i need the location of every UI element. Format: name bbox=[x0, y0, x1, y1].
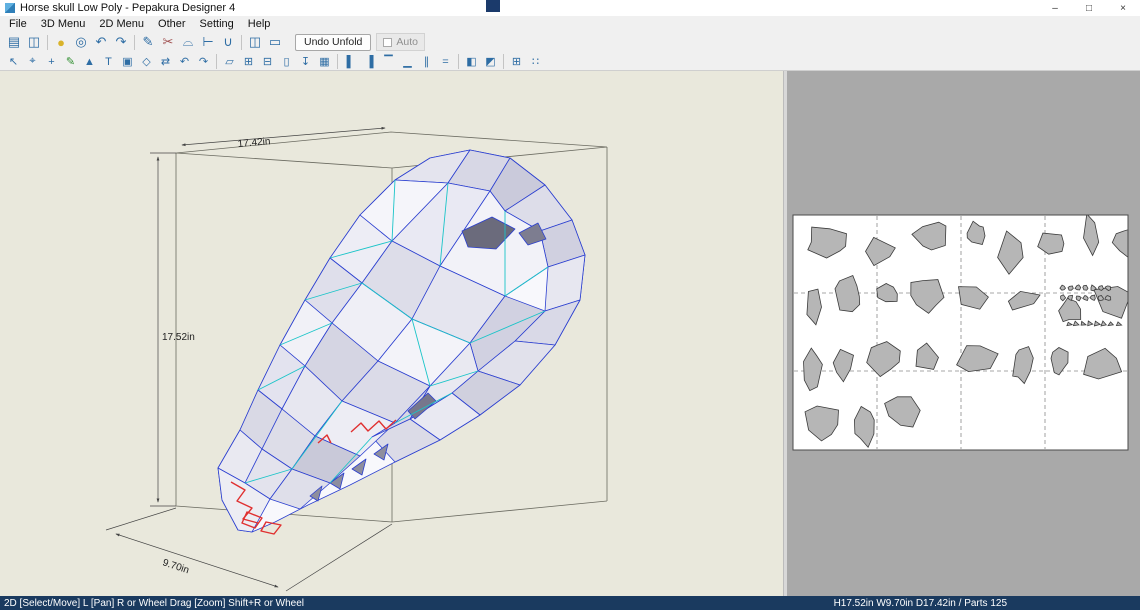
protractor-icon[interactable]: ⌓ bbox=[178, 32, 198, 52]
toolbar-separator bbox=[216, 54, 217, 69]
menu-3d[interactable]: 3D Menu bbox=[34, 18, 93, 30]
toolbar-separator bbox=[241, 34, 242, 50]
statusbar-hint: 2D [Select/Move] L [Pan] R or Wheel Drag… bbox=[4, 597, 305, 609]
texture-view-icon[interactable]: ◎ bbox=[71, 32, 91, 52]
distribute-horizontal-icon[interactable]: ∥ bbox=[417, 53, 436, 70]
snap-icon[interactable]: ∷ bbox=[526, 53, 545, 70]
arrange-parts-icon[interactable]: ⊞ bbox=[239, 53, 258, 70]
grid-icon[interactable]: ⊞ bbox=[507, 53, 526, 70]
close-button[interactable]: × bbox=[1106, 0, 1140, 16]
pages-icon[interactable]: ▱ bbox=[220, 53, 239, 70]
layout-both-panes-icon[interactable]: ◫ bbox=[245, 32, 265, 52]
page-icon[interactable]: ▯ bbox=[277, 53, 296, 70]
export-icon[interactable]: ↧ bbox=[296, 53, 315, 70]
maximize-button[interactable]: □ bbox=[1072, 0, 1106, 16]
pen-icon[interactable]: ✎ bbox=[138, 32, 158, 52]
toolbar-separator bbox=[337, 54, 338, 69]
toolbar-separator bbox=[458, 54, 459, 69]
main-area: 17.42in 17.52in 9.70in bbox=[0, 71, 1140, 596]
toolbar-separator bbox=[47, 34, 48, 50]
model-3d-view[interactable]: 17.42in 17.52in 9.70in bbox=[0, 71, 783, 596]
toolbar-main: ▤ ◫ ● ◎ ↶ ↷ ✎ ✂ ⌓ ⊢ ∪ ◫ ▭ Undo Unfold Auto bbox=[0, 31, 1140, 53]
text-icon[interactable]: T bbox=[99, 53, 118, 70]
viewport-2d[interactable] bbox=[787, 71, 1140, 596]
select-arrow-icon[interactable]: ↖ bbox=[4, 53, 23, 70]
align-left-icon[interactable]: ▌ bbox=[341, 53, 360, 70]
menu-file[interactable]: File bbox=[2, 18, 34, 30]
checkbox-icon bbox=[383, 37, 393, 47]
statusbar-dimensions: H17.52in W9.70in D17.42in / Parts 125 bbox=[833, 597, 1007, 609]
save-icon[interactable]: ◫ bbox=[24, 32, 44, 52]
undo-unfold-button[interactable]: Undo Unfold bbox=[295, 33, 372, 51]
dimension-bottom-label: 9.70in bbox=[161, 557, 190, 576]
measure-icon[interactable]: ⊢ bbox=[198, 32, 218, 52]
pan-icon[interactable]: + bbox=[42, 53, 61, 70]
cube-icon[interactable]: ◇ bbox=[137, 53, 156, 70]
scissors-icon[interactable]: ✂ bbox=[158, 32, 178, 52]
magnet-icon[interactable]: ∪ bbox=[218, 32, 238, 52]
undo-icon[interactable]: ↶ bbox=[175, 53, 194, 70]
rotate-left-icon[interactable]: ↶ bbox=[91, 32, 111, 52]
print-icon[interactable]: ▦ bbox=[315, 53, 334, 70]
pattern-2d-view[interactable] bbox=[787, 71, 1140, 596]
skull-model[interactable] bbox=[217, 149, 586, 535]
flip-vertical-icon[interactable]: ◩ bbox=[481, 53, 500, 70]
window-controls: – □ × bbox=[1038, 0, 1140, 16]
menu-setting[interactable]: Setting bbox=[193, 18, 241, 30]
rotate-right-icon[interactable]: ↷ bbox=[111, 32, 131, 52]
menu-other[interactable]: Other bbox=[151, 18, 193, 30]
distribute-vertical-icon[interactable]: = bbox=[436, 53, 455, 70]
zoom-icon[interactable]: ⌖ bbox=[23, 53, 42, 70]
window-title: Horse skull Low Poly - Pepakura Designer… bbox=[20, 2, 236, 14]
highlight-icon[interactable]: ▲ bbox=[80, 53, 99, 70]
sync-icon[interactable]: ⇄ bbox=[156, 53, 175, 70]
layout-single-pane-icon[interactable]: ▭ bbox=[265, 32, 285, 52]
menu-2d[interactable]: 2D Menu bbox=[92, 18, 151, 30]
menubar: File 3D Menu 2D Menu Other Setting Help bbox=[0, 16, 1140, 31]
open-file-icon[interactable]: ▤ bbox=[4, 32, 24, 52]
toolbar-edit: ↖ ⌖ + ✎ ▲ T ▣ ◇ ⇄ ↶ ↷ ▱ ⊞ ⊟ ▯ ↧ ▦ ▌ ▐ ▔ ▁ ∥ = ◧ ◩ ⊞ ∷ bbox=[0, 53, 1140, 71]
auto-checkbox-group[interactable]: Auto bbox=[376, 33, 425, 51]
align-top-icon[interactable]: ▔ bbox=[379, 53, 398, 70]
edge-pen-icon[interactable]: ✎ bbox=[61, 53, 80, 70]
minimize-button[interactable]: – bbox=[1038, 0, 1072, 16]
bulb-icon[interactable]: ● bbox=[51, 32, 71, 52]
redo-icon[interactable]: ↷ bbox=[194, 53, 213, 70]
toolbar-main-icons: ▤ ◫ ● ◎ ↶ ↷ ✎ ✂ ⌓ ⊢ ∪ ◫ ▭ bbox=[4, 32, 285, 52]
dimension-left-label: 17.52in bbox=[162, 332, 195, 343]
toolbar-separator bbox=[503, 54, 504, 69]
auto-label: Auto bbox=[396, 36, 418, 48]
join-edge-icon[interactable]: ⊟ bbox=[258, 53, 277, 70]
align-right-icon[interactable]: ▐ bbox=[360, 53, 379, 70]
pattern-page bbox=[792, 214, 1129, 451]
align-bottom-icon[interactable]: ▁ bbox=[398, 53, 417, 70]
titlebar-artifact bbox=[486, 0, 500, 12]
titlebar: Horse skull Low Poly - Pepakura Designer… bbox=[0, 0, 1140, 16]
viewport-3d[interactable]: 17.42in 17.52in 9.70in bbox=[0, 71, 783, 596]
menu-help[interactable]: Help bbox=[241, 18, 278, 30]
statusbar: 2D [Select/Move] L [Pan] R or Wheel Drag… bbox=[0, 596, 1140, 610]
flip-horizontal-icon[interactable]: ◧ bbox=[462, 53, 481, 70]
image-icon[interactable]: ▣ bbox=[118, 53, 137, 70]
dimension-top-label: 17.42in bbox=[237, 136, 271, 150]
app-icon bbox=[5, 3, 15, 13]
toolbar-separator bbox=[134, 34, 135, 50]
